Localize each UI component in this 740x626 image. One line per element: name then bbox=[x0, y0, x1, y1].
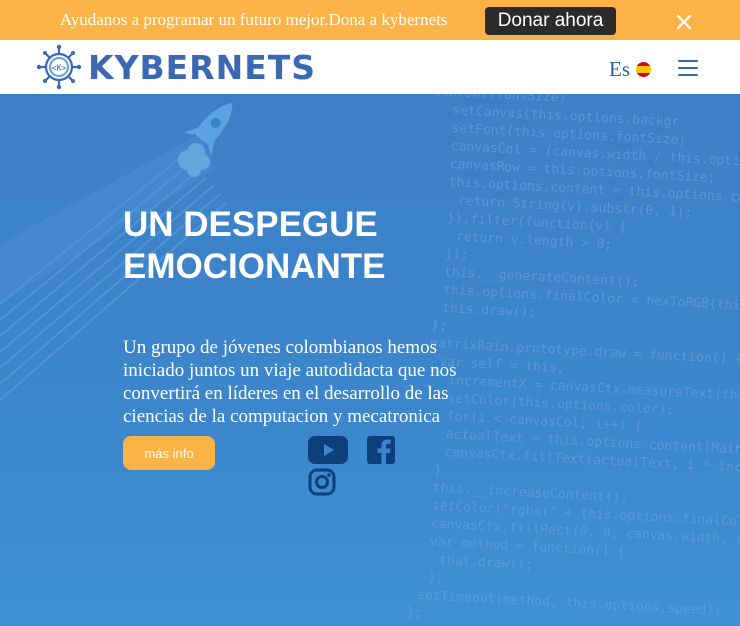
svg-text:};: }; bbox=[406, 605, 422, 621]
logo-wheel-icon: <K> bbox=[36, 44, 82, 90]
donation-banner: Ayudanos a programar un futuro mejor.Don… bbox=[0, 0, 740, 40]
instagram-icon[interactable] bbox=[308, 468, 336, 496]
banner-text: Ayudanos a programar un futuro mejor.Don… bbox=[60, 10, 448, 29]
spain-flag-icon bbox=[636, 62, 651, 77]
hero-description: Un grupo de jóvenes colombianos hemos in… bbox=[123, 337, 457, 427]
hamburger-menu-icon[interactable] bbox=[678, 60, 698, 76]
svg-text:this.draw();: this.draw(); bbox=[442, 301, 537, 321]
svg-text:that.draw();: that.draw(); bbox=[439, 553, 534, 573]
language-selector[interactable]: Es bbox=[609, 57, 651, 82]
hero-section: ownFont(fontSize) setCanvas(this.options… bbox=[0, 94, 740, 626]
language-label: Es bbox=[609, 57, 630, 81]
svg-text:}: } bbox=[433, 463, 442, 478]
hero-title: UN DESPEGUE EMOCIONANTE bbox=[123, 205, 386, 286]
svg-text:};: }; bbox=[428, 570, 444, 586]
youtube-icon[interactable] bbox=[308, 436, 348, 464]
logo-text: KYBERNETS bbox=[88, 47, 317, 87]
close-icon[interactable] bbox=[673, 11, 695, 33]
logo-badge: <K> bbox=[52, 64, 67, 73]
facebook-icon[interactable] bbox=[367, 436, 395, 464]
navbar: <K> KYBERNETS Es bbox=[0, 40, 740, 94]
more-info-button[interactable]: más info bbox=[123, 436, 215, 470]
donate-button[interactable]: Donar ahora bbox=[485, 7, 616, 35]
svg-text:setTimeout(method, this.option: setTimeout(method, this.options.speed); bbox=[417, 588, 723, 619]
logo[interactable]: <K> KYBERNETS bbox=[36, 44, 316, 90]
svg-text:};: }; bbox=[431, 318, 447, 334]
